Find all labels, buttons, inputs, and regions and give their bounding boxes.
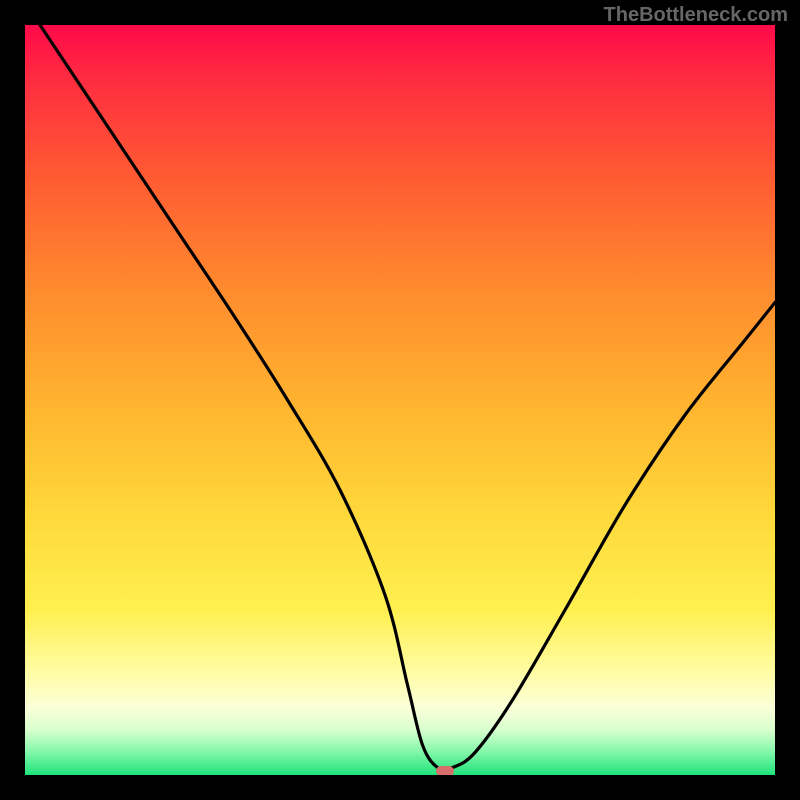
attribution-text: TheBottleneck.com [604,4,788,27]
optimal-point-marker [436,766,454,775]
bottleneck-chart [25,25,775,775]
bottleneck-curve-path [40,25,775,770]
bottleneck-curve-svg [25,25,775,775]
